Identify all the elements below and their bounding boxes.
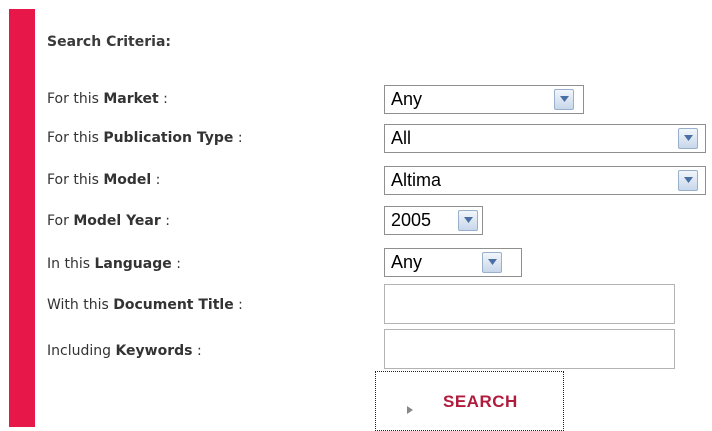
chevron-down-icon[interactable] [482, 252, 502, 273]
chevron-down-icon[interactable] [554, 89, 574, 110]
model-year-select-value: 2005 [391, 210, 432, 230]
market-select-value: Any [391, 89, 423, 109]
search-button-label: SEARCH [443, 392, 518, 411]
language-label: In this Language : [47, 256, 181, 272]
accent-bar [9, 9, 35, 427]
triangle-right-icon [407, 399, 413, 418]
publication-type-select[interactable]: All [384, 124, 706, 153]
chevron-down-icon[interactable] [678, 128, 698, 149]
document-title-input[interactable] [384, 284, 675, 324]
search-button[interactable]: SEARCH [375, 371, 564, 431]
market-select[interactable]: Any [384, 85, 584, 114]
document-title-label: With this Document Title : [47, 297, 243, 313]
language-select-value: Any [391, 252, 423, 272]
keywords-label: Including Keywords : [47, 343, 202, 359]
publication-type-label: For this Publication Type : [47, 130, 243, 146]
chevron-down-icon[interactable] [678, 170, 698, 191]
model-year-label: For Model Year : [47, 213, 170, 229]
search-criteria-heading: Search Criteria: [47, 34, 171, 50]
chevron-down-icon[interactable] [458, 210, 478, 231]
market-label: For this Market : [47, 91, 168, 107]
language-select[interactable]: Any [384, 248, 522, 277]
model-year-select[interactable]: 2005 [384, 206, 483, 235]
model-label: For this Model : [47, 172, 161, 188]
model-select-value: Altima [391, 170, 442, 190]
keywords-input[interactable] [384, 329, 675, 369]
publication-type-select-value: All [391, 128, 412, 148]
model-select[interactable]: Altima [384, 166, 706, 195]
